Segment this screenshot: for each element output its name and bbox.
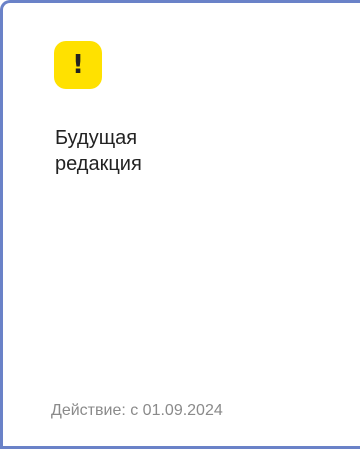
future-edition-card[interactable]: ! Будущая редакция Действие: с 01.09.202… [0, 0, 360, 449]
effective-date-text: Действие: с 01.09.2024 [51, 402, 223, 419]
card-title-line: Будущая [55, 127, 138, 149]
warning-badge: ! [54, 41, 102, 89]
exclamation-icon: ! [72, 50, 84, 80]
card-title-line: редакция [55, 153, 142, 175]
card-title: Будущая редакция [55, 125, 255, 177]
